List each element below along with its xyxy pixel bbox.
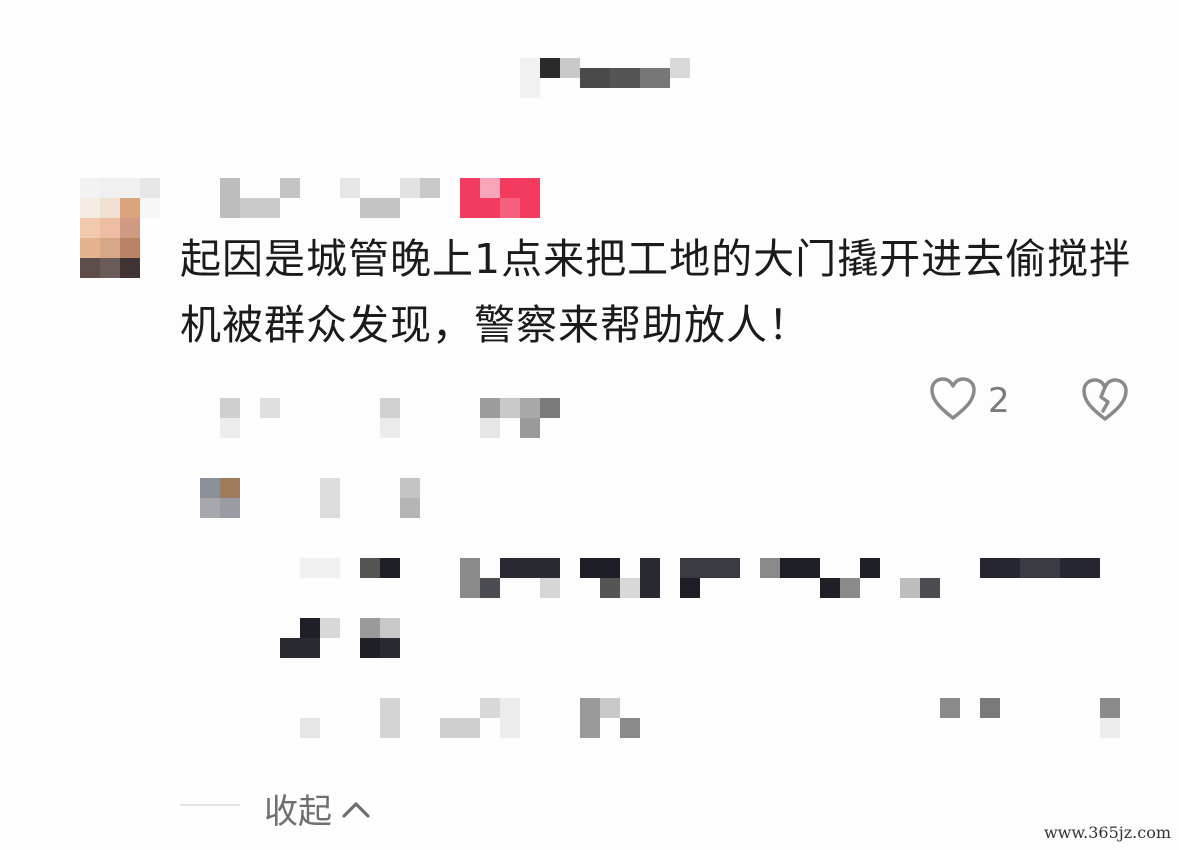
collapse-label: 收起 xyxy=(264,792,332,832)
collapse-button[interactable]: 收起 xyxy=(264,784,372,833)
reply-meta-obscured xyxy=(300,698,1120,738)
header-title-obscured xyxy=(520,58,690,98)
dislike-button[interactable] xyxy=(1080,377,1130,427)
avatar[interactable] xyxy=(80,178,160,278)
comment-meta-obscured xyxy=(220,398,560,438)
like-count: 2 xyxy=(988,381,1010,421)
like-button[interactable]: 2 xyxy=(928,376,1010,426)
author-badge xyxy=(460,178,540,218)
comment-body: 起因是城管晚上1点来把工地的大门撬开进去偷搅拌机被群众发现，警察来帮助放人！ xyxy=(180,235,1132,349)
collapse-divider xyxy=(180,804,240,806)
watermark: www.365jz.com xyxy=(1043,823,1171,842)
chevron-up-icon xyxy=(340,789,372,829)
broken-heart-icon xyxy=(1080,378,1130,427)
reply-body-obscured xyxy=(280,558,1100,658)
heart-outline-icon xyxy=(928,376,978,426)
reply-author-obscured[interactable] xyxy=(200,478,420,518)
username-obscured[interactable] xyxy=(220,178,440,218)
